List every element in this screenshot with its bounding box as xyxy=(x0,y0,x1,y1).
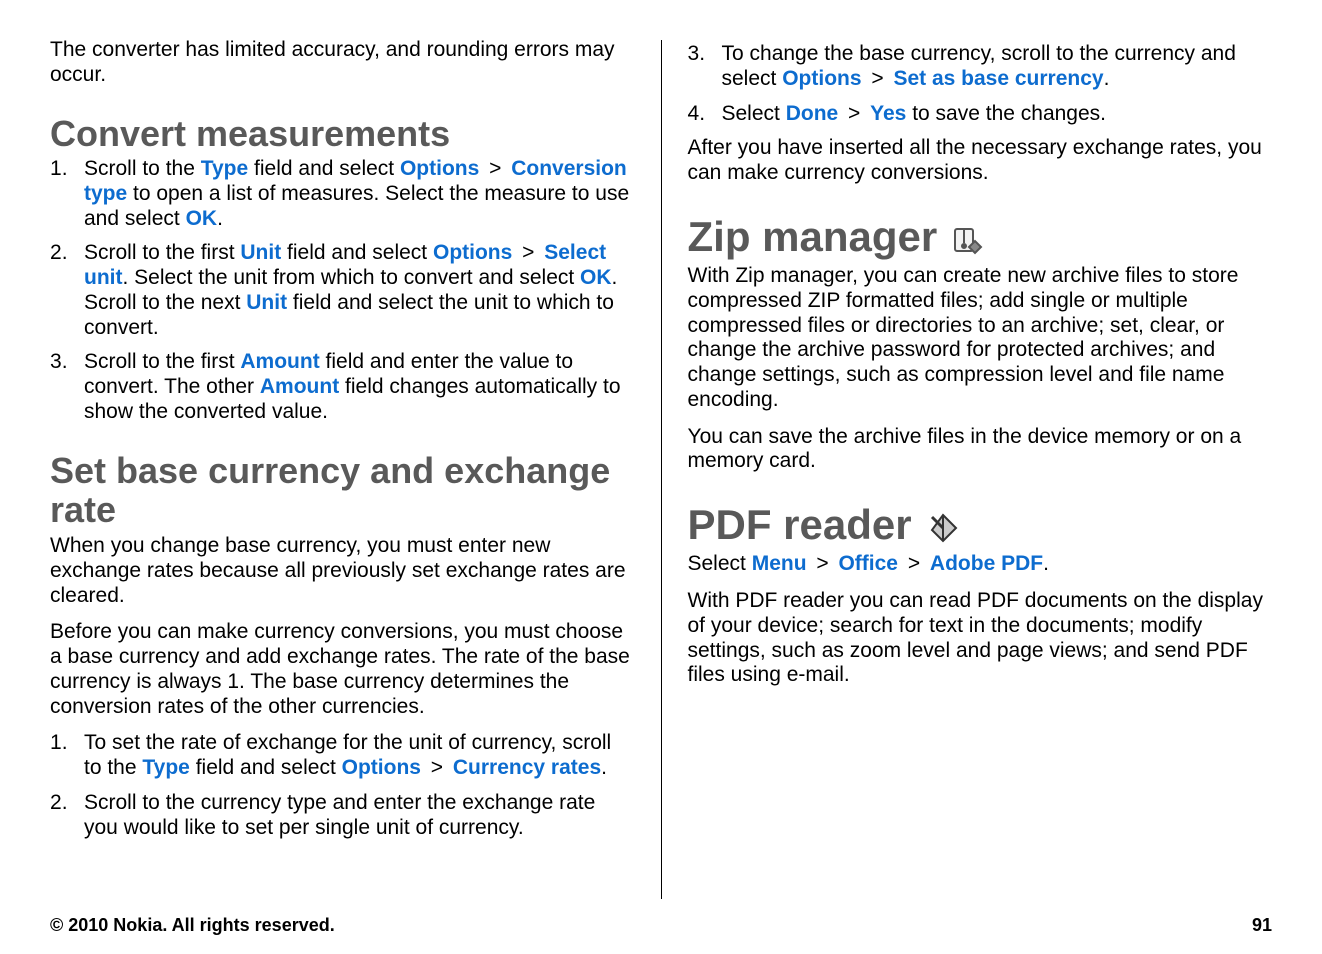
type-label: Type xyxy=(142,756,189,779)
yes-label: Yes xyxy=(870,102,906,125)
amount-label: Amount xyxy=(240,350,319,373)
convert-step-3: Scroll to the first Amount field and ent… xyxy=(50,350,635,424)
rate-step-2: Scroll to the currency type and enter th… xyxy=(50,791,635,841)
rate-step-1: To set the rate of exchange for the unit… xyxy=(50,731,635,781)
breadcrumb-separator: > xyxy=(862,67,894,90)
menu-label: Menu xyxy=(752,552,807,575)
ok-label: OK xyxy=(580,266,612,289)
set-base-currency-label: Set as base currency xyxy=(893,67,1103,90)
rate-paragraph-2: Before you can make currency conversions… xyxy=(50,620,635,719)
pdf-reader-icon xyxy=(926,508,960,542)
intro-text: The converter has limited accuracy, and … xyxy=(50,38,635,88)
breadcrumb-separator: > xyxy=(479,157,511,180)
rate-step-3: To change the base currency, scroll to t… xyxy=(688,42,1273,92)
office-label: Office xyxy=(838,552,898,575)
breadcrumb-separator: > xyxy=(838,102,870,125)
heading-zip-manager: Zip manager xyxy=(688,214,1273,260)
column-divider xyxy=(661,40,662,899)
options-label: Options xyxy=(782,67,861,90)
heading-pdf-reader: PDF reader xyxy=(688,502,1273,548)
options-label: Options xyxy=(400,157,479,180)
pdf-select-path: Select Menu > Office > Adobe PDF. xyxy=(688,552,1273,577)
pdf-paragraph-1: With PDF reader you can read PDF documen… xyxy=(688,589,1273,688)
after-rates-text: After you have inserted all the necessar… xyxy=(688,136,1273,186)
unit-label: Unit xyxy=(240,241,281,264)
convert-step-2: Scroll to the first Unit field and selec… xyxy=(50,241,635,340)
done-label: Done xyxy=(786,102,839,125)
rate-step-4: Select Done > Yes to save the changes. xyxy=(688,102,1273,127)
breadcrumb-separator: > xyxy=(898,552,930,575)
page-number: 91 xyxy=(1252,915,1272,936)
breadcrumb-separator: > xyxy=(421,756,453,779)
amount-label: Amount xyxy=(260,375,339,398)
rate-paragraph-1: When you change base currency, you must … xyxy=(50,534,635,608)
left-column: The converter has limited accuracy, and … xyxy=(50,38,635,901)
page-footer: © 2010 Nokia. All rights reserved. 91 xyxy=(50,901,1272,936)
breadcrumb-separator: > xyxy=(807,552,839,575)
heading-pdf-label: PDF reader xyxy=(688,502,912,548)
ok-label: OK xyxy=(186,207,218,230)
copyright-text: © 2010 Nokia. All rights reserved. xyxy=(50,915,335,936)
unit-label: Unit xyxy=(246,291,287,314)
adobe-pdf-label: Adobe PDF xyxy=(930,552,1043,575)
zip-paragraph-1: With Zip manager, you can create new arc… xyxy=(688,264,1273,413)
options-label: Options xyxy=(433,241,512,264)
currency-rates-label: Currency rates xyxy=(453,756,601,779)
rate-steps-continued: To change the base currency, scroll to t… xyxy=(688,42,1273,126)
heading-base-currency: Set base currency and exchange rate xyxy=(50,451,635,530)
breadcrumb-separator: > xyxy=(512,241,544,264)
right-column: To change the base currency, scroll to t… xyxy=(688,38,1273,901)
heading-convert-measurements: Convert measurements xyxy=(50,114,635,154)
page: The converter has limited accuracy, and … xyxy=(0,0,1322,954)
convert-step-1: Scroll to the Type field and select Opti… xyxy=(50,157,635,231)
type-label: Type xyxy=(201,157,248,180)
heading-zip-label: Zip manager xyxy=(688,214,938,260)
convert-steps-list: Scroll to the Type field and select Opti… xyxy=(50,157,635,425)
zip-paragraph-2: You can save the archive files in the de… xyxy=(688,425,1273,475)
rate-steps-list: To set the rate of exchange for the unit… xyxy=(50,731,635,840)
content-columns: The converter has limited accuracy, and … xyxy=(50,38,1272,901)
options-label: Options xyxy=(342,756,421,779)
zip-manager-icon xyxy=(951,220,985,254)
